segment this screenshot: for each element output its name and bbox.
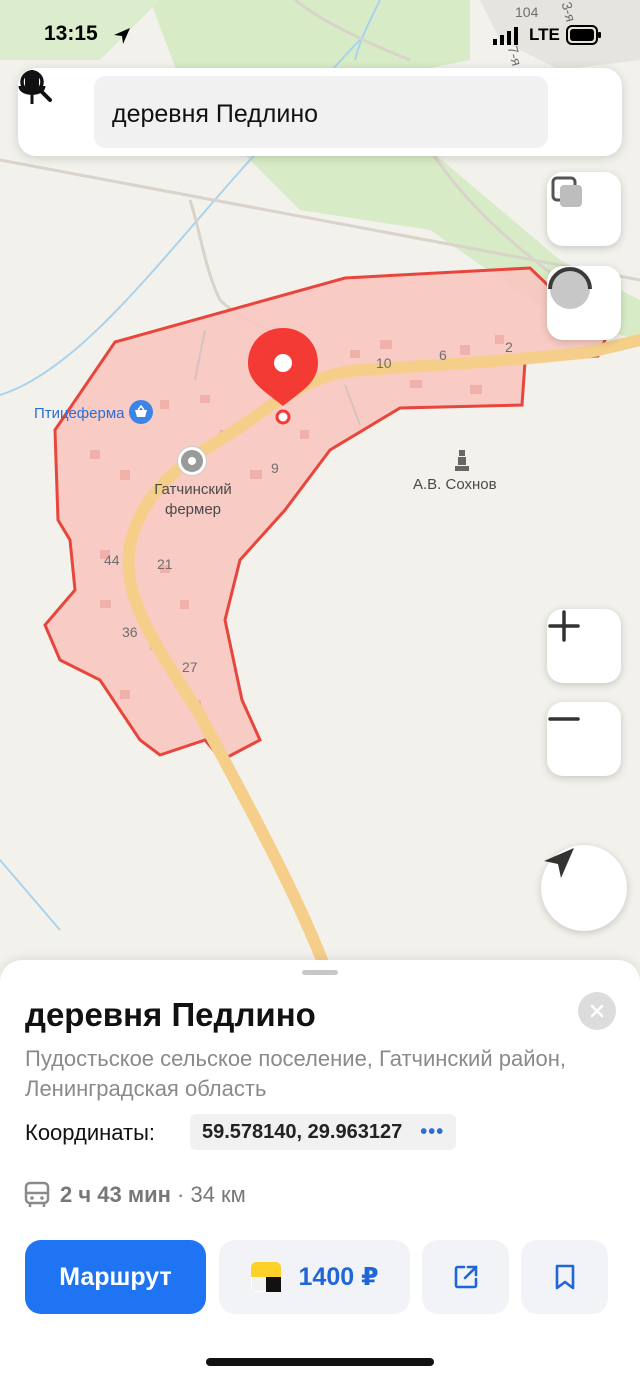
- house-number-label: 44: [104, 552, 120, 568]
- route-summary: 2 ч 43 мин · 34 км: [24, 1180, 246, 1210]
- status-bar: 13:15 LTE: [0, 0, 640, 64]
- house-number-label: 9: [271, 460, 279, 476]
- zoom-out-button[interactable]: [547, 702, 621, 776]
- taxi-button[interactable]: 1400 ₽: [219, 1240, 410, 1314]
- search-query-text: деревня Педлино: [112, 100, 319, 128]
- basket-icon: [128, 400, 153, 424]
- farmer-marker-icon[interactable]: [178, 447, 206, 475]
- assistant-icon: [548, 267, 592, 309]
- poi-poultry-farm[interactable]: Птицеферма: [34, 400, 153, 426]
- bus-icon: [24, 1181, 50, 1207]
- poi-monument-label: А.В. Сохнов: [413, 476, 497, 493]
- network-type: LTE: [529, 25, 560, 44]
- coordinates-chip[interactable]: 59.578140, 29.963127 •••: [190, 1114, 457, 1150]
- zoom-in-button[interactable]: [547, 609, 621, 683]
- status-time: 13:15: [44, 22, 98, 45]
- close-button[interactable]: [578, 992, 616, 1030]
- navigation-arrow-icon: [544, 848, 574, 878]
- app-screen: 104 3-я 7-я 10 6 2 9 44 21 36 27 Птицефе…: [0, 0, 640, 1386]
- microphone-icon[interactable]: [18, 68, 46, 108]
- coordinates-value: 59.578140, 29.963127: [202, 1120, 403, 1143]
- layers-icon: [551, 176, 582, 207]
- map-view[interactable]: 104 3-я 7-я 10 6 2 9 44 21 36 27 Птицефе…: [0, 0, 640, 990]
- alice-button[interactable]: [547, 266, 621, 340]
- coordinates-label: Координаты:: [25, 1120, 156, 1145]
- house-number-label: 2: [505, 339, 513, 355]
- taxi-logo-icon: [250, 1262, 281, 1292]
- share-icon: [454, 1265, 477, 1289]
- layers-button[interactable]: [547, 172, 621, 246]
- search-input[interactable]: деревня Педлино: [94, 76, 548, 148]
- bookmark-icon: [555, 1264, 574, 1290]
- my-location-button[interactable]: [541, 845, 627, 931]
- place-card[interactable]: деревня Педлино Пудостьское сельское пос…: [0, 960, 640, 1386]
- route-duration: 2 ч 43 мин: [60, 1182, 171, 1207]
- house-number-label: 21: [157, 556, 173, 572]
- signal-icon: [493, 27, 518, 45]
- place-address: Пудостьское сельское поселение, Гатчинск…: [25, 1046, 567, 1101]
- house-number-label: 10: [376, 355, 392, 371]
- home-indicator[interactable]: [206, 1358, 434, 1366]
- battery-icon: [566, 25, 601, 45]
- minus-icon: [548, 717, 580, 721]
- monument-icon: [455, 450, 469, 472]
- house-number-label: 6: [439, 347, 447, 363]
- place-title: деревня Педлино: [25, 996, 316, 1033]
- search-bar: деревня Педлино: [18, 68, 622, 156]
- taxi-price: 1400 ₽: [298, 1263, 379, 1291]
- bookmark-button[interactable]: [521, 1240, 608, 1314]
- house-number-label: 36: [122, 624, 138, 640]
- share-button[interactable]: [422, 1240, 509, 1314]
- more-icon[interactable]: •••: [420, 1121, 444, 1144]
- close-icon: [590, 1004, 604, 1018]
- house-number-label: 27: [182, 659, 198, 675]
- route-button[interactable]: Маршрут: [25, 1240, 206, 1314]
- location-pin-icon[interactable]: [246, 326, 320, 426]
- poi-label: Птицеферма: [34, 404, 125, 422]
- poi-farmer-label: Гатчинский фермер: [154, 481, 232, 518]
- plus-icon: [548, 610, 580, 642]
- sheet-grabber[interactable]: [302, 970, 338, 975]
- location-arrow-icon: [114, 28, 130, 44]
- route-distance: · 34 км: [177, 1182, 246, 1207]
